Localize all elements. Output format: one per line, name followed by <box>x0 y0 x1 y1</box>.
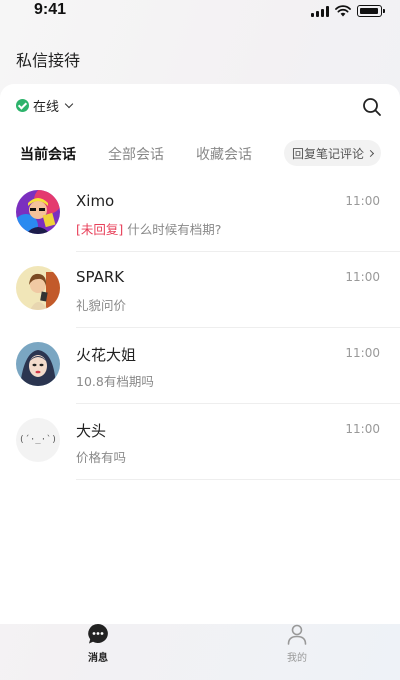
message-text: 什么时候有档期? <box>127 222 222 237</box>
conversation-name: 大头 <box>76 422 107 440</box>
conversation-name: SPARK <box>76 268 125 286</box>
bottom-tab-bar: 消息 我的 <box>0 620 400 680</box>
user-icon <box>287 624 307 645</box>
tab-label: 消息 <box>88 653 108 664</box>
tab-messages[interactable]: 消息 <box>68 622 128 664</box>
avatar <box>16 190 60 234</box>
wifi-icon <box>335 5 351 17</box>
tab-favorite-conversations[interactable]: 收藏会话 <box>196 144 252 164</box>
conversation-time: 11:00 <box>345 422 380 436</box>
online-check-icon <box>16 99 29 112</box>
status-icons <box>311 5 385 17</box>
conversation-item[interactable]: 火花大姐 10.8有档期吗 11:00 <box>0 328 400 404</box>
conversation-tabs: 当前会话 全部会话 收藏会话 回复笔记评论 <box>20 140 390 166</box>
avatar <box>16 266 60 310</box>
reply-note-comments-button[interactable]: 回复笔记评论 <box>284 140 382 166</box>
status-time: 9:41 <box>34 1 67 18</box>
message-text: 10.8有档期吗 <box>76 374 154 389</box>
conversation-preview: 10.8有档期吗 <box>76 371 154 390</box>
tab-current-conversations[interactable]: 当前会话 <box>20 144 76 164</box>
avatar: (´·_·`) <box>16 418 60 462</box>
conversation-time: 11:00 <box>345 346 380 360</box>
tab-all-conversations[interactable]: 全部会话 <box>108 144 164 164</box>
conversation-preview: 礼貌问价 <box>76 295 126 314</box>
avatar <box>16 342 60 386</box>
battery-icon <box>357 5 385 17</box>
main-card: 在线 当前会话 全部会话 收藏会话 回复笔记评论 Ximo [未回复] 什么时候… <box>0 84 400 624</box>
conversation-name: Ximo <box>76 192 115 210</box>
conversation-list: Ximo [未回复] 什么时候有档期? 11:00 SPARK 礼貌问价 11:… <box>0 176 400 480</box>
conversation-preview: [未回复] 什么时候有档期? <box>76 219 221 238</box>
unreplied-tag: [未回复] <box>76 222 124 237</box>
conversation-item[interactable]: Ximo [未回复] 什么时候有档期? 11:00 <box>0 176 400 252</box>
conversation-item[interactable]: (´·_·`) 大头 价格有吗 11:00 <box>0 404 400 480</box>
conversation-preview: 价格有吗 <box>76 447 126 466</box>
conversation-name: 火花大姐 <box>76 346 137 364</box>
search-icon[interactable] <box>362 97 382 117</box>
chat-bubble-icon <box>88 624 108 644</box>
status-bar: 9:41 <box>0 0 400 26</box>
conversation-time: 11:00 <box>345 270 380 284</box>
message-text: 礼貌问价 <box>76 298 127 313</box>
message-text: 价格有吗 <box>76 450 127 465</box>
online-status-dropdown[interactable]: 在线 <box>16 96 74 115</box>
page-title: 私信接待 <box>16 51 81 70</box>
divider <box>76 479 400 480</box>
chevron-right-icon <box>366 149 375 157</box>
conversation-time: 11:00 <box>345 194 380 208</box>
reply-note-comments-label: 回复笔记评论 <box>292 146 365 161</box>
online-status-label: 在线 <box>33 100 60 115</box>
tab-profile[interactable]: 我的 <box>267 622 327 664</box>
chevron-down-icon <box>64 99 74 109</box>
conversation-item[interactable]: SPARK 礼貌问价 11:00 <box>0 252 400 328</box>
tab-label: 我的 <box>287 653 307 664</box>
cellular-signal-icon <box>311 5 329 17</box>
avatar-face-text: (´·_·`) <box>19 435 57 445</box>
